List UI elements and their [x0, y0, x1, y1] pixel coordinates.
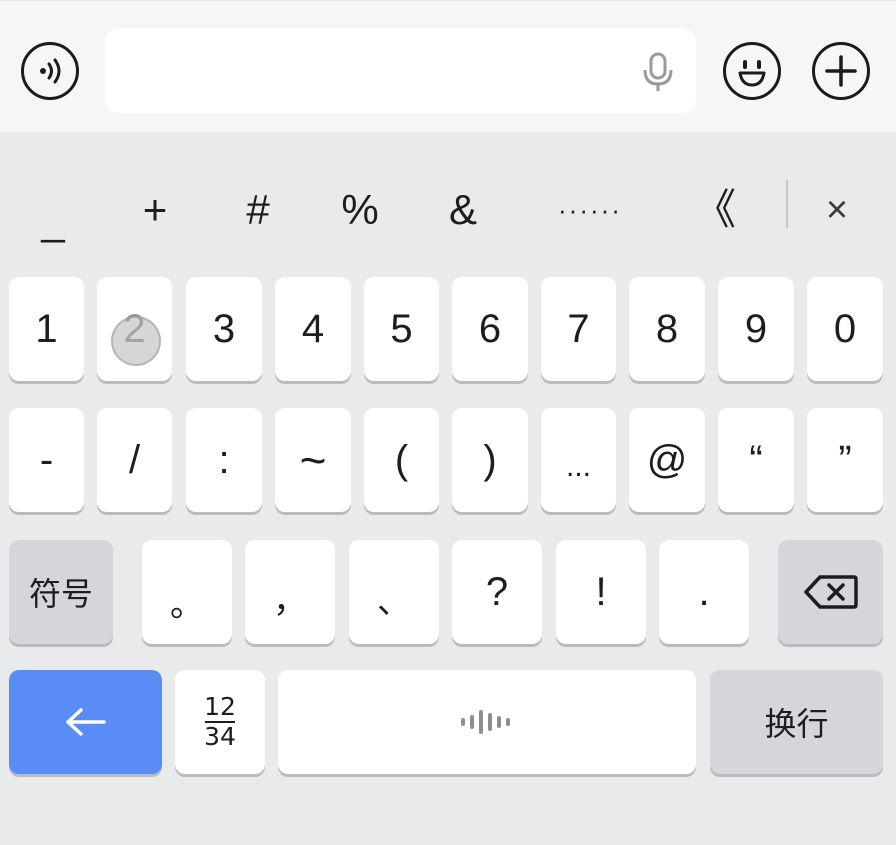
symbol-mode-key[interactable]: 符号: [9, 540, 113, 644]
numeric-mode-key[interactable]: 12 34: [175, 670, 265, 774]
key-0[interactable]: 0: [807, 277, 883, 381]
voice-wave-icon: [40, 58, 61, 84]
key-colon[interactable]: :: [186, 408, 262, 512]
key-7[interactable]: 7: [541, 277, 616, 381]
microphone-icon[interactable]: [640, 52, 676, 92]
key-label: 、: [377, 582, 411, 621]
key-label: ): [483, 437, 497, 482]
numeric-bottom: 34: [204, 722, 236, 751]
backspace-key[interactable]: [778, 540, 883, 644]
key-label: .: [698, 569, 710, 614]
key-label: 1: [35, 306, 58, 351]
key-cn-comma[interactable]: ，: [245, 540, 335, 644]
key-label: ...: [565, 450, 591, 483]
key-label: 8: [655, 306, 679, 351]
key-tilde[interactable]: ~: [275, 408, 351, 512]
key-label: (: [394, 437, 409, 482]
numeric-top: 12: [204, 692, 236, 721]
key-4[interactable]: 4: [275, 277, 351, 381]
key-9[interactable]: 9: [718, 277, 794, 381]
fraction-line: [205, 721, 235, 723]
chat-input-bar: [0, 0, 896, 133]
candidate-ampersand[interactable]: &: [423, 180, 503, 240]
key-label: 5: [390, 306, 413, 351]
key-1[interactable]: 1: [9, 277, 84, 381]
key-left-paren[interactable]: (: [364, 408, 439, 512]
candidate-hash[interactable]: #: [218, 180, 298, 240]
symbol-candidate-row: _ + # % & ······ 《 ×: [0, 132, 896, 262]
touch-indicator: [111, 316, 161, 366]
voice-toggle-button[interactable]: [21, 42, 79, 100]
key-cn-period[interactable]: 。: [142, 540, 232, 644]
key-exclamation[interactable]: !: [556, 540, 646, 644]
key-label: ，: [273, 581, 307, 620]
left-arrow-icon: [65, 708, 106, 736]
key-label: 6: [478, 306, 502, 351]
key-label: 符号: [28, 576, 93, 612]
candidate-underscore[interactable]: _: [13, 190, 93, 250]
numeric-mode-label: 12 34: [204, 694, 236, 750]
key-label: -: [39, 437, 54, 482]
key-label: ”: [838, 437, 852, 482]
backspace-icon: [803, 575, 858, 609]
close-candidates-button[interactable]: ×: [797, 180, 877, 240]
key-label: 9: [744, 306, 768, 351]
key-label: 0: [833, 306, 857, 351]
candidate-divider: [786, 180, 788, 228]
key-label: 。: [170, 585, 204, 624]
key-label: 7: [567, 306, 590, 351]
emoji-button[interactable]: [723, 42, 781, 100]
return-key[interactable]: [9, 670, 162, 774]
key-ellipsis[interactable]: ...: [541, 408, 616, 512]
sound-wave-icon: [461, 710, 510, 734]
key-label: 换行: [764, 706, 829, 742]
candidate-ellipsis[interactable]: ······: [540, 180, 640, 240]
more-actions-button[interactable]: [812, 42, 870, 100]
space-key[interactable]: [278, 670, 696, 774]
key-slash[interactable]: /: [97, 408, 172, 512]
key-right-quote[interactable]: ”: [807, 408, 883, 512]
newline-key[interactable]: 换行: [710, 670, 883, 774]
key-label: ?: [485, 569, 509, 614]
key-label: :: [218, 437, 230, 482]
key-label: !: [595, 569, 607, 614]
candidate-left-guillemet[interactable]: 《: [675, 180, 755, 240]
key-cn-enum-comma[interactable]: 、: [349, 540, 439, 644]
key-3[interactable]: 3: [186, 277, 262, 381]
key-label: “: [749, 437, 763, 482]
candidate-percent[interactable]: %: [320, 180, 400, 240]
key-question[interactable]: ?: [452, 540, 542, 644]
plus-circle-icon: [825, 55, 857, 87]
key-5[interactable]: 5: [364, 277, 439, 381]
key-8[interactable]: 8: [629, 277, 705, 381]
candidate-plus[interactable]: +: [115, 180, 195, 240]
message-input[interactable]: [105, 28, 696, 113]
key-label: /: [128, 437, 141, 482]
smiley-face-icon: [738, 60, 766, 87]
key-left-quote[interactable]: “: [718, 408, 794, 512]
key-label: ~: [299, 434, 327, 486]
key-label: 3: [212, 306, 236, 351]
key-at[interactable]: @: [629, 408, 705, 512]
key-6[interactable]: 6: [452, 277, 528, 381]
key-label: @: [646, 437, 688, 482]
key-period[interactable]: .: [659, 540, 749, 644]
key-label: 4: [301, 306, 325, 351]
key-hyphen[interactable]: -: [9, 408, 84, 512]
key-right-paren[interactable]: ): [452, 408, 528, 512]
